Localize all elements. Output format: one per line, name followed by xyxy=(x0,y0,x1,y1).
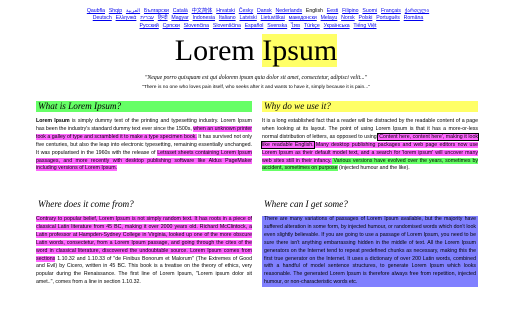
language-link[interactable]: Česky xyxy=(239,8,253,14)
language-link[interactable]: Eesti xyxy=(327,8,339,14)
language-link[interactable]: العربية xyxy=(126,8,140,14)
section-where-get: Where can I get some? There are many var… xyxy=(262,199,478,288)
language-link[interactable]: 中文简体 xyxy=(192,8,213,14)
language-link[interactable]: Français xyxy=(381,8,401,14)
title-ipsum-highlighted: Ipsum xyxy=(262,34,338,67)
language-link[interactable]: Lietuviškai xyxy=(261,15,285,21)
language-link[interactable]: Filipino xyxy=(342,8,358,14)
language-link[interactable]: Català xyxy=(173,8,188,14)
paragraph-why: It is a long established fact that a rea… xyxy=(261,118,479,173)
paragraph-where-get: There are many variations of passages of… xyxy=(262,216,478,288)
section-why: Why do we use it? It is a long establish… xyxy=(261,101,479,173)
language-link[interactable]: Slovenščina xyxy=(213,23,241,29)
language-link[interactable]: हिन्दी xyxy=(158,15,168,21)
language-link[interactable]: Qaubfla xyxy=(87,8,105,14)
language-link[interactable]: Shqip xyxy=(109,8,122,14)
language-link[interactable]: Српски xyxy=(163,23,180,29)
language-link[interactable]: Dansk xyxy=(257,8,272,14)
language-link[interactable]: Deutsch xyxy=(93,15,112,21)
paragraph-what: Lorem Ipsum is simply dummy text of the … xyxy=(36,118,252,173)
language-link[interactable]: Українська xyxy=(324,23,350,29)
language-link[interactable]: Tiếng Việt xyxy=(353,23,376,29)
language-link[interactable]: Ελληνικά xyxy=(116,15,137,21)
language-link[interactable]: Pyccкий xyxy=(140,23,159,29)
section-what: What is Lorem Ipsum? Lorem Ipsum is simp… xyxy=(36,101,252,173)
section-where-from: Where does it come from? Contrary to pop… xyxy=(36,199,252,287)
language-link[interactable]: Româna xyxy=(404,15,424,21)
language-link[interactable]: ქართული xyxy=(405,8,430,14)
language-link[interactable]: Polski xyxy=(359,15,373,21)
language-link[interactable]: ไทย xyxy=(291,23,300,29)
bold-lorem-ipsum: Lorem Ipsum xyxy=(36,118,70,124)
language-link[interactable]: Magyar xyxy=(171,15,188,21)
language-link[interactable]: Español xyxy=(245,23,264,29)
page-title: Lorem Ipsum xyxy=(0,34,512,68)
language-link[interactable]: Melayu xyxy=(321,15,338,21)
language-link[interactable]: Svenska xyxy=(267,23,287,29)
language-link[interactable]: Hrvatski xyxy=(216,8,235,14)
language-bar: Qaubfla Shqip العربية Български Català 中… xyxy=(80,8,436,30)
language-link[interactable]: Български xyxy=(144,8,169,14)
language-link[interactable]: Türkçe xyxy=(304,23,320,29)
language-link[interactable]: Indonesia xyxy=(193,15,216,21)
heading-where-can-i-get-some: Where can I get some? xyxy=(264,199,348,209)
language-link[interactable]: Norsk xyxy=(341,15,355,21)
text-segment: 1.10.32 and 1.10.33 of "de Finibus Bonor… xyxy=(36,255,252,286)
title-lorem: Lorem xyxy=(174,34,263,67)
tagline: "Neque porro quisquam est qui dolorem ip… xyxy=(144,75,368,81)
language-current: English xyxy=(305,8,323,14)
language-link[interactable]: Suomi xyxy=(362,8,377,14)
language-link[interactable]: Latviski xyxy=(239,15,256,21)
language-link[interactable]: Nederlands xyxy=(276,8,303,14)
language-link[interactable]: Português xyxy=(376,15,400,21)
heading-why-do-we-use-it: Why do we use it? xyxy=(262,101,478,112)
paragraph-where-from: Contrary to popular belief, Lorem Ipsum … xyxy=(36,216,252,287)
text-segment: (injected humour and the like). xyxy=(337,165,410,172)
heading-what-is-lorem-ipsum: What is Lorem Ipsum? xyxy=(36,101,252,112)
language-link[interactable]: Italiano xyxy=(219,15,236,21)
language-link[interactable]: Slovenčina xyxy=(184,23,209,29)
language-link[interactable]: עברית xyxy=(140,15,154,21)
heading-where-does-it-come-from: Where does it come from? xyxy=(38,199,134,209)
language-link[interactable]: македонски xyxy=(289,15,317,21)
tagline-translation: "There is no one who loves pain itself, … xyxy=(141,85,370,90)
